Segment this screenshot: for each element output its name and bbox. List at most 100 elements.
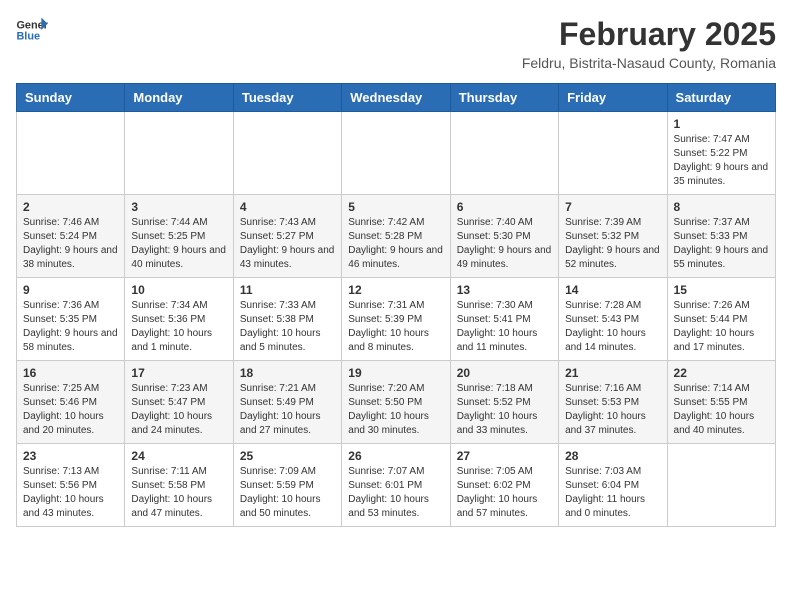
day-number: 5 <box>348 200 443 214</box>
day-info: Sunrise: 7:05 AM Sunset: 6:02 PM Dayligh… <box>457 465 552 521</box>
month-year: February 2025 <box>522 16 776 53</box>
day-cell: 7 Sunrise: 7:39 AM Sunset: 5:32 PM Daylig… <box>559 195 667 278</box>
weekday-header-friday: Friday <box>559 84 667 112</box>
title-block: February 2025 Feldru, Bistrita-Nasaud Co… <box>522 16 776 71</box>
day-number: 25 <box>240 449 335 463</box>
day-cell: 16 Sunrise: 7:25 AM Sunset: 5:46 PM Dayli… <box>17 361 125 444</box>
week-row-1: 1Sunrise: 7:47 AM Sunset: 5:22 PM Daylig… <box>17 112 776 195</box>
day-number: 13 <box>457 283 552 297</box>
day-cell: 20 Sunrise: 7:18 AM Sunset: 5:52 PM Dayli… <box>450 361 558 444</box>
day-info: Sunrise: 7:42 AM Sunset: 5:28 PM Dayligh… <box>348 216 443 272</box>
day-cell: 17Sunrise: 7:23 AM Sunset: 5:47 PM Dayli… <box>125 361 233 444</box>
day-number: 19 <box>348 366 443 380</box>
day-info: Sunrise: 7:03 AM Sunset: 6:04 PM Dayligh… <box>565 465 660 521</box>
logo-icon: General Blue <box>16 16 48 44</box>
weekday-header-row: SundayMondayTuesdayWednesdayThursdayFrid… <box>17 84 776 112</box>
location: Feldru, Bistrita-Nasaud County, Romania <box>522 55 776 71</box>
day-info: Sunrise: 7:26 AM Sunset: 5:44 PM Dayligh… <box>674 299 769 355</box>
day-info: Sunrise: 7:40 AM Sunset: 5:30 PM Dayligh… <box>457 216 552 272</box>
day-info: Sunrise: 7:39 AM Sunset: 5:32 PM Dayligh… <box>565 216 660 272</box>
day-cell: 19 Sunrise: 7:20 AM Sunset: 5:50 PM Dayli… <box>342 361 450 444</box>
day-cell: 13 Sunrise: 7:30 AM Sunset: 5:41 PM Dayli… <box>450 278 558 361</box>
weekday-header-monday: Monday <box>125 84 233 112</box>
logo: General Blue <box>16 16 48 44</box>
day-number: 23 <box>23 449 118 463</box>
day-number: 14 <box>565 283 660 297</box>
week-row-3: 9 Sunrise: 7:36 AM Sunset: 5:35 PM Daylig… <box>17 278 776 361</box>
day-info: Sunrise: 7:14 AM Sunset: 5:55 PM Dayligh… <box>674 382 769 438</box>
day-number: 3 <box>131 200 226 214</box>
day-number: 18 <box>240 366 335 380</box>
weekday-header-sunday: Sunday <box>17 84 125 112</box>
day-number: 26 <box>348 449 443 463</box>
day-number: 6 <box>457 200 552 214</box>
day-cell: 9 Sunrise: 7:36 AM Sunset: 5:35 PM Daylig… <box>17 278 125 361</box>
week-row-4: 16 Sunrise: 7:25 AM Sunset: 5:46 PM Dayli… <box>17 361 776 444</box>
day-cell: 11 Sunrise: 7:33 AM Sunset: 5:38 PM Dayli… <box>233 278 341 361</box>
day-number: 24 <box>131 449 226 463</box>
day-cell: 3 Sunrise: 7:44 AM Sunset: 5:25 PM Daylig… <box>125 195 233 278</box>
day-number: 8 <box>674 200 769 214</box>
day-cell: 6 Sunrise: 7:40 AM Sunset: 5:30 PM Daylig… <box>450 195 558 278</box>
day-cell: 5 Sunrise: 7:42 AM Sunset: 5:28 PM Daylig… <box>342 195 450 278</box>
day-info: Sunrise: 7:20 AM Sunset: 5:50 PM Dayligh… <box>348 382 443 438</box>
day-number: 4 <box>240 200 335 214</box>
day-cell: 4 Sunrise: 7:43 AM Sunset: 5:27 PM Daylig… <box>233 195 341 278</box>
day-cell <box>559 112 667 195</box>
day-info: Sunrise: 7:30 AM Sunset: 5:41 PM Dayligh… <box>457 299 552 355</box>
day-info: Sunrise: 7:33 AM Sunset: 5:38 PM Dayligh… <box>240 299 335 355</box>
day-number: 2 <box>23 200 118 214</box>
day-number: 1 <box>674 117 769 131</box>
day-info: Sunrise: 7:36 AM Sunset: 5:35 PM Dayligh… <box>23 299 118 355</box>
weekday-header-saturday: Saturday <box>667 84 775 112</box>
day-cell: 15 Sunrise: 7:26 AM Sunset: 5:44 PM Dayli… <box>667 278 775 361</box>
day-info: Sunrise: 7:09 AM Sunset: 5:59 PM Dayligh… <box>240 465 335 521</box>
day-number: 20 <box>457 366 552 380</box>
day-number: 9 <box>23 283 118 297</box>
day-info: Sunrise: 7:07 AM Sunset: 6:01 PM Dayligh… <box>348 465 443 521</box>
day-number: 15 <box>674 283 769 297</box>
day-number: 21 <box>565 366 660 380</box>
day-number: 27 <box>457 449 552 463</box>
day-info: Sunrise: 7:43 AM Sunset: 5:27 PM Dayligh… <box>240 216 335 272</box>
day-cell: 14 Sunrise: 7:28 AM Sunset: 5:43 PM Dayli… <box>559 278 667 361</box>
day-cell <box>125 112 233 195</box>
day-number: 17 <box>131 366 226 380</box>
day-info: Sunrise: 7:25 AM Sunset: 5:46 PM Dayligh… <box>23 382 118 438</box>
weekday-header-thursday: Thursday <box>450 84 558 112</box>
day-cell: 8Sunrise: 7:37 AM Sunset: 5:33 PM Daylig… <box>667 195 775 278</box>
day-number: 12 <box>348 283 443 297</box>
weekday-header-wednesday: Wednesday <box>342 84 450 112</box>
day-number: 10 <box>131 283 226 297</box>
day-number: 11 <box>240 283 335 297</box>
day-number: 16 <box>23 366 118 380</box>
day-cell: 24 Sunrise: 7:11 AM Sunset: 5:58 PM Dayli… <box>125 444 233 527</box>
day-cell: 2 Sunrise: 7:46 AM Sunset: 5:24 PM Daylig… <box>17 195 125 278</box>
day-number: 28 <box>565 449 660 463</box>
weekday-header-tuesday: Tuesday <box>233 84 341 112</box>
day-info: Sunrise: 7:18 AM Sunset: 5:52 PM Dayligh… <box>457 382 552 438</box>
day-info: Sunrise: 7:44 AM Sunset: 5:25 PM Dayligh… <box>131 216 226 272</box>
day-cell: 10 Sunrise: 7:34 AM Sunset: 5:36 PM Dayli… <box>125 278 233 361</box>
week-row-2: 2 Sunrise: 7:46 AM Sunset: 5:24 PM Daylig… <box>17 195 776 278</box>
day-info: Sunrise: 7:28 AM Sunset: 5:43 PM Dayligh… <box>565 299 660 355</box>
day-number: 7 <box>565 200 660 214</box>
day-cell: 28 Sunrise: 7:03 AM Sunset: 6:04 PM Dayli… <box>559 444 667 527</box>
week-row-5: 23 Sunrise: 7:13 AM Sunset: 5:56 PM Dayli… <box>17 444 776 527</box>
day-cell: 12 Sunrise: 7:31 AM Sunset: 5:39 PM Dayli… <box>342 278 450 361</box>
day-cell: 25 Sunrise: 7:09 AM Sunset: 5:59 PM Dayli… <box>233 444 341 527</box>
calendar-table: SundayMondayTuesdayWednesdayThursdayFrid… <box>16 83 776 527</box>
day-cell: 21Sunrise: 7:16 AM Sunset: 5:53 PM Dayli… <box>559 361 667 444</box>
day-cell <box>233 112 341 195</box>
day-info: Sunrise: 7:31 AM Sunset: 5:39 PM Dayligh… <box>348 299 443 355</box>
day-info: Sunrise: 7:13 AM Sunset: 5:56 PM Dayligh… <box>23 465 118 521</box>
day-info: Sunrise: 7:46 AM Sunset: 5:24 PM Dayligh… <box>23 216 118 272</box>
day-cell <box>667 444 775 527</box>
day-info: Sunrise: 7:34 AM Sunset: 5:36 PM Dayligh… <box>131 299 226 355</box>
day-cell: 1Sunrise: 7:47 AM Sunset: 5:22 PM Daylig… <box>667 112 775 195</box>
day-info: Sunrise: 7:11 AM Sunset: 5:58 PM Dayligh… <box>131 465 226 521</box>
day-info: Sunrise: 7:21 AM Sunset: 5:49 PM Dayligh… <box>240 382 335 438</box>
day-cell: 23 Sunrise: 7:13 AM Sunset: 5:56 PM Dayli… <box>17 444 125 527</box>
day-cell <box>17 112 125 195</box>
svg-text:Blue: Blue <box>16 30 40 42</box>
